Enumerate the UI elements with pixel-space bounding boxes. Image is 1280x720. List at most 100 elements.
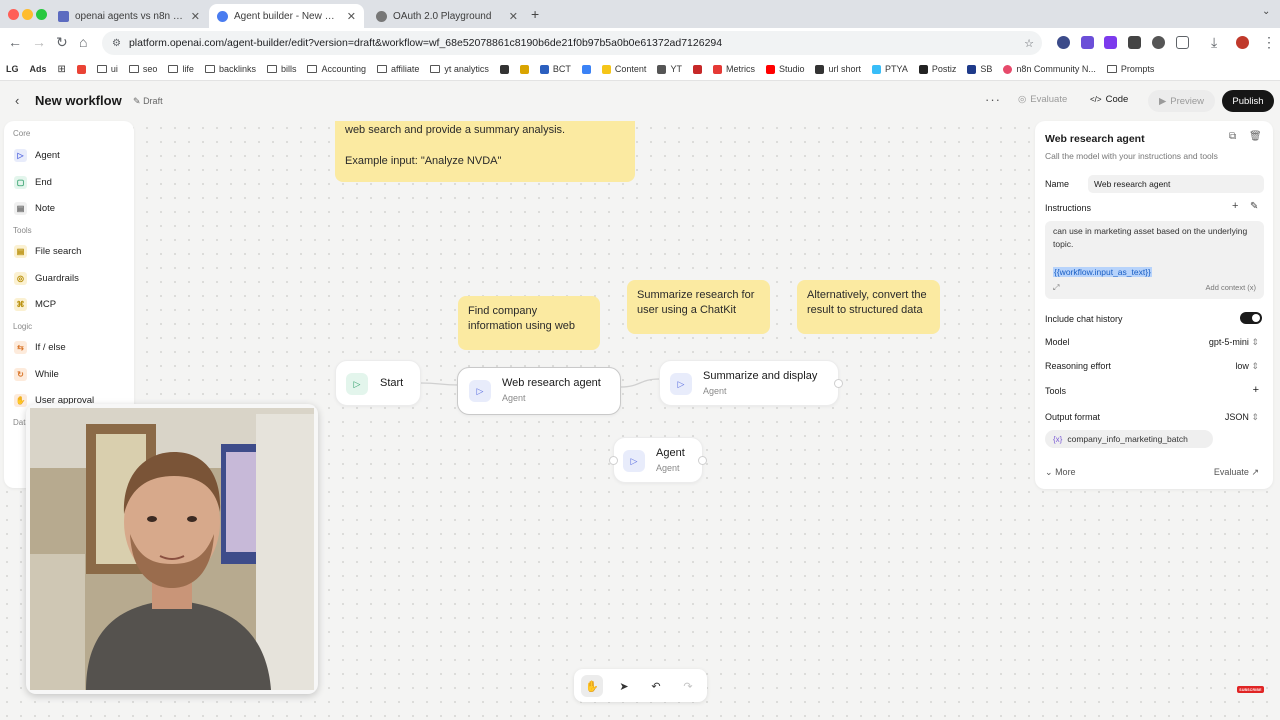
bookmark-yt[interactable]: YT: [657, 64, 682, 74]
close-tab-icon[interactable]: ✕: [509, 10, 518, 23]
bookmark-bct[interactable]: BCT: [539, 64, 571, 74]
bookmark-folder-seo[interactable]: seo: [128, 64, 157, 74]
trash-icon[interactable]: 🗑: [1249, 131, 1262, 142]
sticky-note-summarize[interactable]: Summarize research for user using a Chat…: [627, 280, 770, 334]
publish-button[interactable]: Publish: [1222, 90, 1274, 112]
pan-hand-icon[interactable]: ✋: [581, 675, 603, 697]
download-icon[interactable]: ⤓: [1211, 34, 1217, 51]
output-port[interactable]: [834, 379, 843, 388]
code-button[interactable]: </> Code: [1090, 94, 1128, 105]
browser-menu-icon[interactable]: ⋮: [1262, 34, 1276, 51]
home-icon[interactable]: ⌂: [79, 34, 87, 50]
tab-search-chevron-icon[interactable]: ⌄: [1262, 6, 1270, 17]
more-options-icon[interactable]: ···: [985, 92, 1001, 107]
expand-icon[interactable]: ⤢: [1053, 281, 1059, 294]
extensions-puzzle-icon[interactable]: [1176, 36, 1189, 49]
bookmark-misc[interactable]: [692, 64, 702, 74]
extension-icon[interactable]: [1057, 36, 1070, 49]
back-chevron-icon[interactable]: ‹: [15, 93, 19, 108]
bookmark-misc[interactable]: [499, 64, 509, 74]
evaluate-link[interactable]: Evaluate ↗: [1214, 467, 1259, 478]
close-tab-icon[interactable]: ✕: [347, 10, 356, 23]
summarize-display-node[interactable]: ▷ Summarize and display Agent: [659, 360, 843, 406]
bookmark-gmail[interactable]: [76, 64, 86, 74]
add-tool-icon[interactable]: +: [1253, 384, 1259, 396]
extension-icon[interactable]: [1081, 36, 1094, 49]
instructions-textarea[interactable]: can use in marketing asset based on the …: [1045, 221, 1264, 299]
bookmark-folder-life[interactable]: life: [168, 64, 194, 74]
bookmark-folder-bills[interactable]: bills: [266, 64, 296, 74]
bookmark-ptya[interactable]: PTYA: [872, 64, 908, 74]
sticky-note-structured-data[interactable]: Alternatively, convert the result to str…: [797, 280, 940, 334]
output-format-select[interactable]: JSON ⇕: [1225, 412, 1259, 423]
bookmark-folder-ui[interactable]: ui: [96, 64, 118, 74]
bookmark-n8n-community[interactable]: n8n Community N...: [1003, 64, 1096, 74]
bookmark-misc[interactable]: [581, 64, 591, 74]
extension-icon[interactable]: [1152, 36, 1165, 49]
sidebar-item-end[interactable]: ▢ End: [14, 176, 52, 189]
profile-avatar-icon[interactable]: [1236, 36, 1249, 49]
bookmark-metrics[interactable]: Metrics: [712, 64, 755, 74]
browser-tab-agent-builder[interactable]: Agent builder - New workflow ✕: [209, 4, 364, 28]
minimize-window-button[interactable]: [22, 9, 33, 20]
forward-arrow-icon[interactable]: →: [32, 34, 46, 50]
bookmark-prompts[interactable]: Prompts: [1106, 64, 1154, 74]
agent-name-input[interactable]: Web research agent: [1088, 175, 1264, 193]
redo-icon[interactable]: ↷: [677, 675, 699, 697]
sidebar-item-note[interactable]: ▤ Note: [14, 202, 55, 215]
bookmark-folder-accounting[interactable]: Accounting: [307, 64, 366, 74]
bookmark-url-short[interactable]: url short: [815, 64, 861, 74]
bookmark-apps[interactable]: ⊞: [58, 64, 66, 75]
bookmark-ads[interactable]: Ads: [30, 64, 47, 74]
sticky-note-top[interactable]: web search and provide a summary analysi…: [335, 121, 635, 182]
reload-icon[interactable]: ↻: [56, 34, 68, 51]
browser-tab-oauth-playground[interactable]: OAuth 2.0 Playground ✕: [368, 4, 526, 28]
browser-tab-excalidraw[interactable]: openai agents vs n8n – Exca ✕: [50, 4, 208, 28]
bookmark-content[interactable]: Content: [601, 64, 646, 74]
bookmark-sb[interactable]: SB: [967, 64, 992, 74]
bookmark-star-icon[interactable]: ☆: [1024, 37, 1034, 50]
bookmark-folder-yt-analytics[interactable]: yt analytics: [430, 64, 489, 74]
more-toggle[interactable]: ⌄ More: [1045, 467, 1076, 478]
add-instruction-icon[interactable]: +: [1232, 200, 1238, 212]
bookmark-lg[interactable]: LG: [6, 64, 19, 74]
extension-icon[interactable]: [1128, 36, 1141, 49]
undo-icon[interactable]: ↶: [645, 675, 667, 697]
copy-icon[interactable]: ⧉: [1229, 131, 1236, 142]
workflow-title[interactable]: New workflow: [35, 93, 122, 108]
include-history-toggle[interactable]: [1240, 312, 1262, 324]
evaluate-button[interactable]: ◎ Evaluate: [1018, 94, 1067, 105]
sidebar-item-while[interactable]: ↻ While: [14, 368, 59, 381]
bookmark-folder-affiliate[interactable]: affiliate: [377, 64, 419, 74]
start-node[interactable]: ▷ Start: [335, 360, 421, 406]
address-bar[interactable]: ⚙ platform.openai.com/agent-builder/edit…: [102, 31, 1042, 55]
sidebar-item-file-search[interactable]: ▤ File search: [14, 245, 81, 258]
select-pointer-icon[interactable]: ➤: [613, 675, 635, 697]
sidebar-item-agent[interactable]: ▷ Agent: [14, 149, 60, 162]
output-port[interactable]: [698, 456, 707, 465]
bookmark-folder-backlinks[interactable]: backlinks: [204, 64, 256, 74]
model-select[interactable]: gpt-5-mini ⇕: [1209, 337, 1259, 348]
bookmark-misc[interactable]: [519, 64, 529, 74]
bookmark-postiz[interactable]: Postiz: [918, 64, 956, 74]
new-tab-icon[interactable]: +: [531, 6, 539, 22]
add-context-button[interactable]: Add context (x): [1206, 281, 1256, 294]
json-schema-chip[interactable]: {x} company_info_marketing_batch: [1045, 430, 1213, 448]
generate-wand-icon[interactable]: ✎: [1250, 201, 1258, 212]
sticky-note-find-company[interactable]: Find company information using web: [458, 296, 600, 350]
back-arrow-icon[interactable]: ←: [8, 34, 22, 50]
sidebar-item-if-else[interactable]: ⇆ If / else: [14, 341, 66, 354]
reasoning-select[interactable]: low ⇕: [1235, 361, 1259, 372]
site-info-icon[interactable]: ⚙: [112, 38, 121, 49]
maximize-window-button[interactable]: [36, 9, 47, 20]
preview-button[interactable]: ▶ Preview: [1148, 90, 1215, 112]
extension-icon[interactable]: [1104, 36, 1117, 49]
web-research-agent-node[interactable]: ▷ Web research agent Agent: [457, 367, 621, 415]
bookmark-studio[interactable]: Studio: [765, 64, 804, 74]
close-window-button[interactable]: [8, 9, 19, 20]
sidebar-item-guardrails[interactable]: ◎ Guardrails: [14, 272, 79, 285]
input-port[interactable]: [609, 456, 618, 465]
close-tab-icon[interactable]: ✕: [191, 10, 200, 23]
sidebar-item-mcp[interactable]: ⌘ MCP: [14, 298, 56, 311]
agent-node[interactable]: ▷ Agent Agent: [609, 437, 707, 483]
